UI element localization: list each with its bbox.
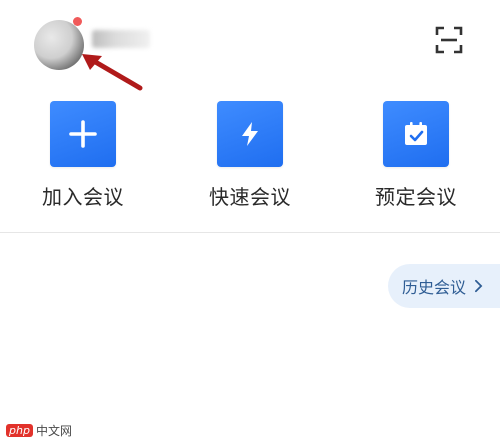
history-meetings-button[interactable]: 历史会议	[388, 264, 500, 308]
quick-meeting-tile[interactable]	[217, 101, 283, 167]
site-watermark: php 中文网	[6, 422, 72, 439]
plus-icon	[69, 120, 97, 148]
scan-icon	[435, 26, 463, 54]
quick-meeting-label: 快速会议	[209, 185, 291, 209]
username-blurred	[92, 30, 150, 48]
avatar[interactable]	[34, 20, 84, 70]
join-meeting-label: 加入会议	[42, 185, 124, 209]
watermark-badge: php	[6, 424, 33, 437]
lightning-icon	[242, 122, 258, 146]
quick-meeting-button[interactable]: 快速会议	[200, 101, 300, 210]
calendar-check-icon	[405, 122, 427, 145]
watermark-text: 中文网	[35, 424, 72, 438]
scan-button[interactable]	[434, 25, 464, 55]
schedule-meeting-button[interactable]: 预定会议	[366, 101, 466, 210]
schedule-meeting-label: 预定会议	[375, 185, 457, 209]
join-meeting-button[interactable]: 加入会议	[33, 101, 133, 210]
chevron-right-icon	[474, 279, 483, 293]
notification-dot	[73, 17, 82, 26]
history-meetings-label: 历史会议	[402, 278, 467, 297]
section-divider	[0, 232, 500, 233]
join-meeting-tile[interactable]	[50, 101, 116, 167]
annotation-arrow-icon	[82, 54, 143, 91]
schedule-meeting-tile[interactable]	[383, 101, 449, 167]
